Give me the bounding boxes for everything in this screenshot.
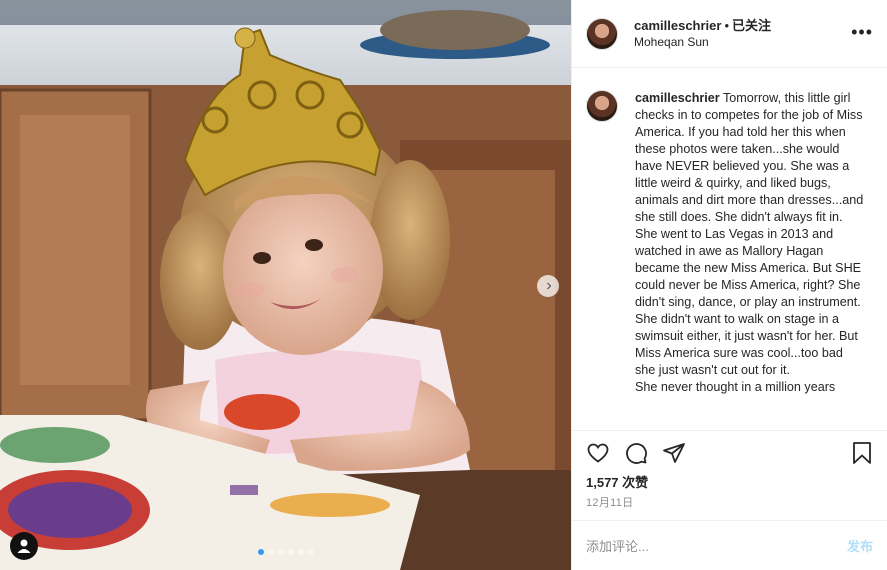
like-button[interactable] — [586, 441, 610, 465]
caption-avatar[interactable] — [586, 90, 618, 122]
comment-box: 添加评论... 发布 — [572, 520, 887, 570]
tagged-user-button[interactable] — [10, 532, 38, 560]
post-date[interactable]: 12月11日 — [586, 494, 633, 510]
comment-button[interactable] — [624, 441, 648, 465]
caption-username[interactable]: camilleschrier — [635, 91, 720, 105]
carousel-dot — [267, 549, 274, 555]
carousel-dot — [287, 549, 294, 555]
carousel-dot — [297, 549, 304, 555]
save-button[interactable] — [851, 441, 873, 470]
carousel-next-button[interactable]: › — [537, 275, 559, 297]
like-count[interactable]: 1,577 次赞 — [586, 472, 648, 491]
carousel-dot — [257, 549, 264, 555]
following-button[interactable]: 已关注 — [732, 18, 771, 33]
carousel-dot — [307, 549, 314, 555]
chevron-right-icon: › — [546, 277, 552, 294]
share-icon — [663, 443, 685, 463]
post-photo-illustration — [0, 0, 571, 570]
author-username[interactable]: camilleschrier — [634, 18, 721, 33]
post-location[interactable]: Moheqan Sun — [634, 34, 771, 51]
post-photo[interactable]: › — [0, 0, 571, 570]
heart-icon — [587, 443, 609, 463]
post-caption: camilleschrier Tomorrow, this little gir… — [586, 90, 881, 427]
caption-body: Tomorrow, this little girl checks in to … — [635, 91, 864, 394]
post-header: camilleschrier • 已关注 Moheqan Sun ••• — [572, 0, 887, 68]
comment-input[interactable]: 添加评论... — [586, 536, 847, 555]
carousel-indicator — [0, 549, 571, 555]
post-sidebar: camilleschrier • 已关注 Moheqan Sun ••• camil… — [571, 0, 887, 570]
more-options-icon[interactable]: ••• — [851, 22, 873, 43]
share-button[interactable] — [662, 441, 686, 465]
bookmark-icon — [853, 442, 871, 464]
comment-icon — [626, 443, 647, 464]
carousel-dot — [277, 549, 284, 555]
separator-dot: • — [724, 17, 730, 33]
post-comment-button[interactable]: 发布 — [847, 536, 873, 555]
caption-text: camilleschrier Tomorrow, this little gir… — [635, 90, 865, 427]
action-bar — [572, 430, 887, 475]
author-avatar[interactable] — [586, 17, 618, 50]
